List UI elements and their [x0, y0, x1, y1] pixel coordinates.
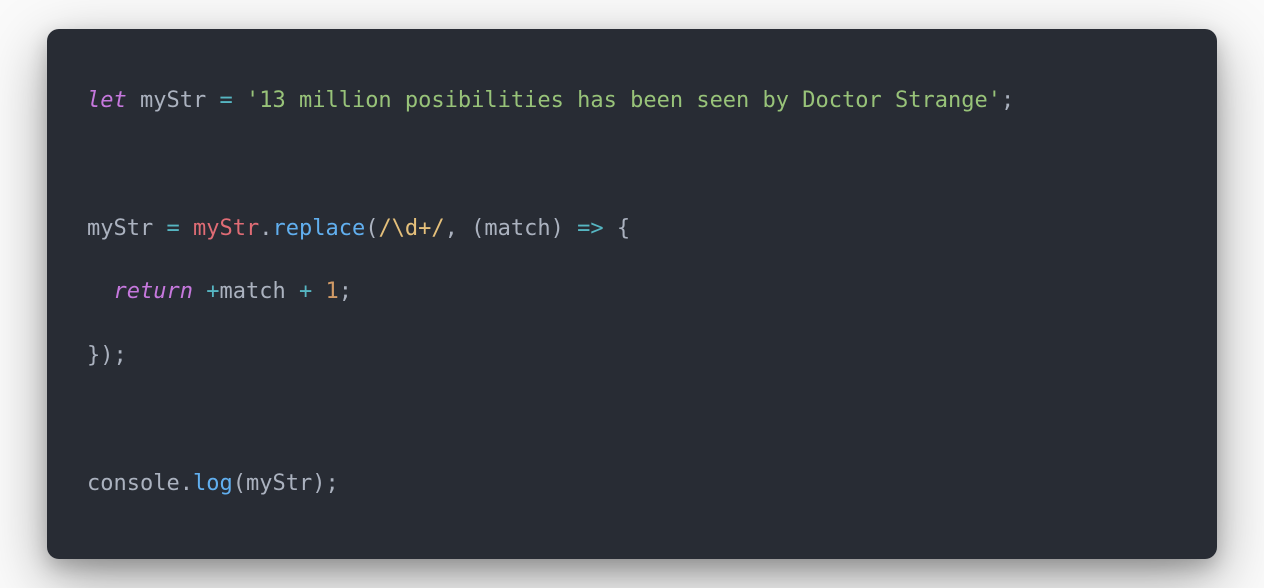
- variable-ref: myStr: [246, 471, 312, 496]
- variable-ref: myStr: [87, 216, 153, 241]
- semicolon: ;: [339, 279, 352, 304]
- code-block: let myStr = '13 million posibilities has…: [47, 29, 1217, 559]
- semicolon: ;: [1001, 88, 1014, 113]
- code-line-5: });: [87, 324, 1177, 388]
- object-console: console: [87, 471, 180, 496]
- paren-open: (: [471, 216, 484, 241]
- comma: ,: [445, 216, 458, 241]
- paren-open: (: [233, 471, 246, 496]
- code-line-blank: [87, 133, 1177, 197]
- code-line-3: myStr = myStr.replace(/\d+/, (match) => …: [87, 197, 1177, 261]
- operator-equals: =: [219, 88, 232, 113]
- operator-equals: =: [166, 216, 179, 241]
- brace-open: {: [617, 216, 630, 241]
- variable-ref: match: [219, 279, 285, 304]
- code-line-7: console.log(myStr);: [87, 452, 1177, 516]
- number-literal: 1: [325, 279, 338, 304]
- code-line-blank: [87, 388, 1177, 452]
- operator-plus: +: [206, 279, 219, 304]
- operator-plus: +: [299, 279, 312, 304]
- param-match: match: [484, 216, 550, 241]
- paren-close: ): [100, 343, 113, 368]
- variable-ref: myStr: [193, 216, 259, 241]
- paren-close: ): [551, 216, 564, 241]
- variable-declaration: myStr: [140, 88, 206, 113]
- dot: .: [259, 216, 272, 241]
- method-log: log: [193, 471, 233, 496]
- semicolon: ;: [325, 471, 338, 496]
- brace-close: }: [87, 343, 100, 368]
- string-literal: '13 million posibilities has been seen b…: [246, 88, 1001, 113]
- keyword-let: let: [87, 88, 127, 113]
- regex-literal: /\d+/: [378, 216, 444, 241]
- semicolon: ;: [114, 343, 127, 368]
- paren-open: (: [365, 216, 378, 241]
- code-line-1: let myStr = '13 million posibilities has…: [87, 69, 1177, 133]
- arrow-operator: =>: [577, 216, 604, 241]
- paren-close: ): [312, 471, 325, 496]
- dot: .: [180, 471, 193, 496]
- code-line-4: return +match + 1;: [87, 260, 1177, 324]
- keyword-return: return: [114, 279, 193, 304]
- method-replace: replace: [272, 216, 365, 241]
